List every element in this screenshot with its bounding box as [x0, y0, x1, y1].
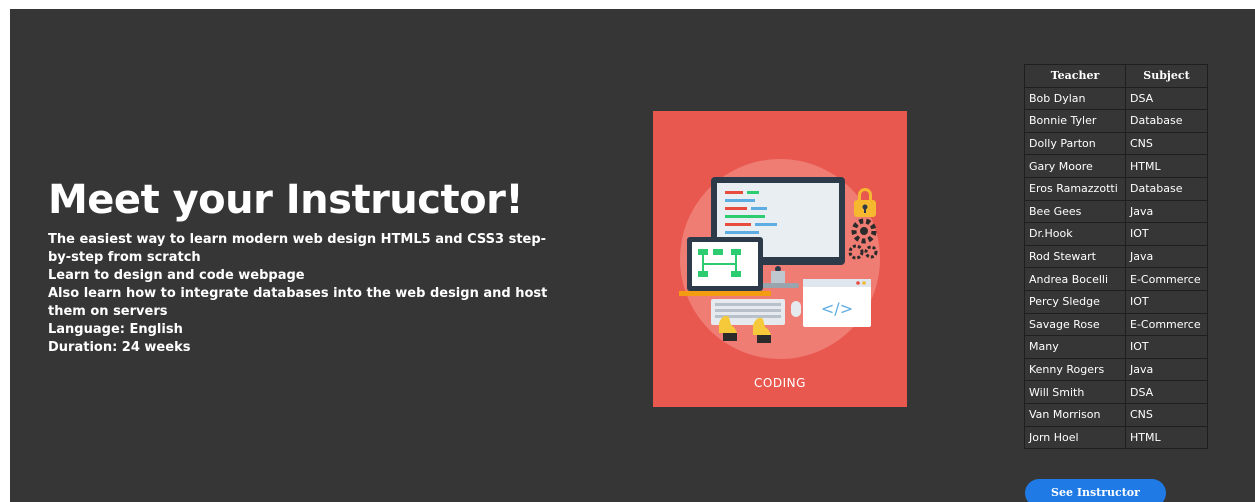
subject-cell: HTML: [1125, 154, 1208, 178]
teacher-cell: Kenny Rogers: [1024, 357, 1126, 382]
table-header-row: Teacher Subject: [1024, 64, 1208, 88]
page-title: Meet your Instructor!: [48, 177, 524, 223]
table-row: Bonnie Tyler Database: [1024, 109, 1208, 133]
coding-illustration-graphic: </>: [679, 159, 880, 359]
teacher-cell: Dolly Parton: [1024, 131, 1126, 156]
teacher-cell: Bee Gees: [1024, 199, 1126, 224]
language-line: Language: English: [48, 322, 183, 337]
teacher-cell: Andrea Bocelli: [1024, 267, 1126, 291]
table-row: Savage Rose E-Commerce: [1024, 312, 1208, 337]
intro-line: Learn to design and code webpage: [48, 268, 305, 283]
table-row: Percy Sledge IOT: [1024, 289, 1208, 314]
subject-cell: Java: [1125, 357, 1208, 382]
subject-cell: CNS: [1125, 131, 1208, 156]
table-row: Bob Dylan DSA: [1024, 86, 1208, 111]
table-row: Kenny Rogers Java: [1024, 357, 1208, 382]
subject-cell: CNS: [1125, 402, 1208, 427]
subject-cell: DSA: [1125, 380, 1208, 404]
subject-cell: IOT: [1125, 335, 1208, 359]
subject-cell: DSA: [1125, 86, 1208, 111]
see-instructor-button[interactable]: See Instructor: [1025, 479, 1166, 502]
code-window-icon: </>: [803, 279, 871, 327]
table-row: Dr.Hook IOT: [1024, 222, 1208, 246]
table-row: Eros Ramazzotti Database: [1024, 176, 1208, 201]
subject-cell: Java: [1125, 199, 1208, 224]
coding-illustration: </> CODING: [653, 111, 907, 407]
column-header-subject: Subject: [1125, 64, 1208, 88]
table-row: Jorn Hoel HTML: [1024, 425, 1208, 450]
teacher-table: Teacher Subject Bob Dylan DSA Bonnie Tyle…: [1024, 64, 1208, 450]
teacher-cell: Many: [1024, 335, 1126, 359]
teacher-cell: Gary Moore: [1024, 154, 1126, 178]
teacher-cell: Savage Rose: [1024, 312, 1126, 337]
subject-cell: E-Commerce: [1125, 267, 1208, 291]
code-symbol: </>: [821, 299, 853, 318]
duration-line: Duration: 24 weeks: [48, 340, 191, 355]
teacher-cell: Eros Ramazzotti: [1024, 176, 1126, 201]
subject-cell: IOT: [1125, 289, 1208, 314]
teacher-cell: Will Smith: [1024, 380, 1126, 404]
subject-cell: E-Commerce: [1125, 312, 1208, 337]
table-row: Will Smith DSA: [1024, 380, 1208, 404]
teacher-cell: Bob Dylan: [1024, 86, 1126, 111]
table-row: Bee Gees Java: [1024, 199, 1208, 224]
subject-cell: Database: [1125, 176, 1208, 201]
laptop-chart-icon: [679, 237, 771, 296]
teacher-cell: Jorn Hoel: [1024, 425, 1126, 450]
subject-cell: Java: [1125, 244, 1208, 269]
table-row: Van Morrison CNS: [1024, 402, 1208, 427]
instructor-section: Meet your Instructor! The easiest way to…: [10, 9, 1255, 502]
teacher-cell: Bonnie Tyler: [1024, 109, 1126, 133]
table-row: Rod Stewart Java: [1024, 244, 1208, 269]
subject-cell: Database: [1125, 109, 1208, 133]
illustration-caption: CODING: [754, 376, 806, 390]
lock-icon: [854, 188, 876, 217]
table-row: Dolly Parton CNS: [1024, 131, 1208, 156]
table-row: Gary Moore HTML: [1024, 154, 1208, 178]
teacher-cell: Percy Sledge: [1024, 289, 1126, 314]
subject-cell: IOT: [1125, 222, 1208, 246]
subject-cell: HTML: [1125, 425, 1208, 450]
teacher-cell: Rod Stewart: [1024, 244, 1126, 269]
intro-line: The easiest way to learn modern web desi…: [48, 232, 547, 265]
table-row: Andrea Bocelli E-Commerce: [1024, 267, 1208, 291]
column-header-teacher: Teacher: [1024, 64, 1126, 88]
intro-line: Also learn how to integrate databases in…: [48, 286, 548, 319]
intro-block: Meet your Instructor! The easiest way to…: [48, 177, 548, 357]
teacher-cell: Dr.Hook: [1024, 222, 1126, 246]
table-row: Many IOT: [1024, 335, 1208, 359]
teacher-cell: Van Morrison: [1024, 402, 1126, 427]
